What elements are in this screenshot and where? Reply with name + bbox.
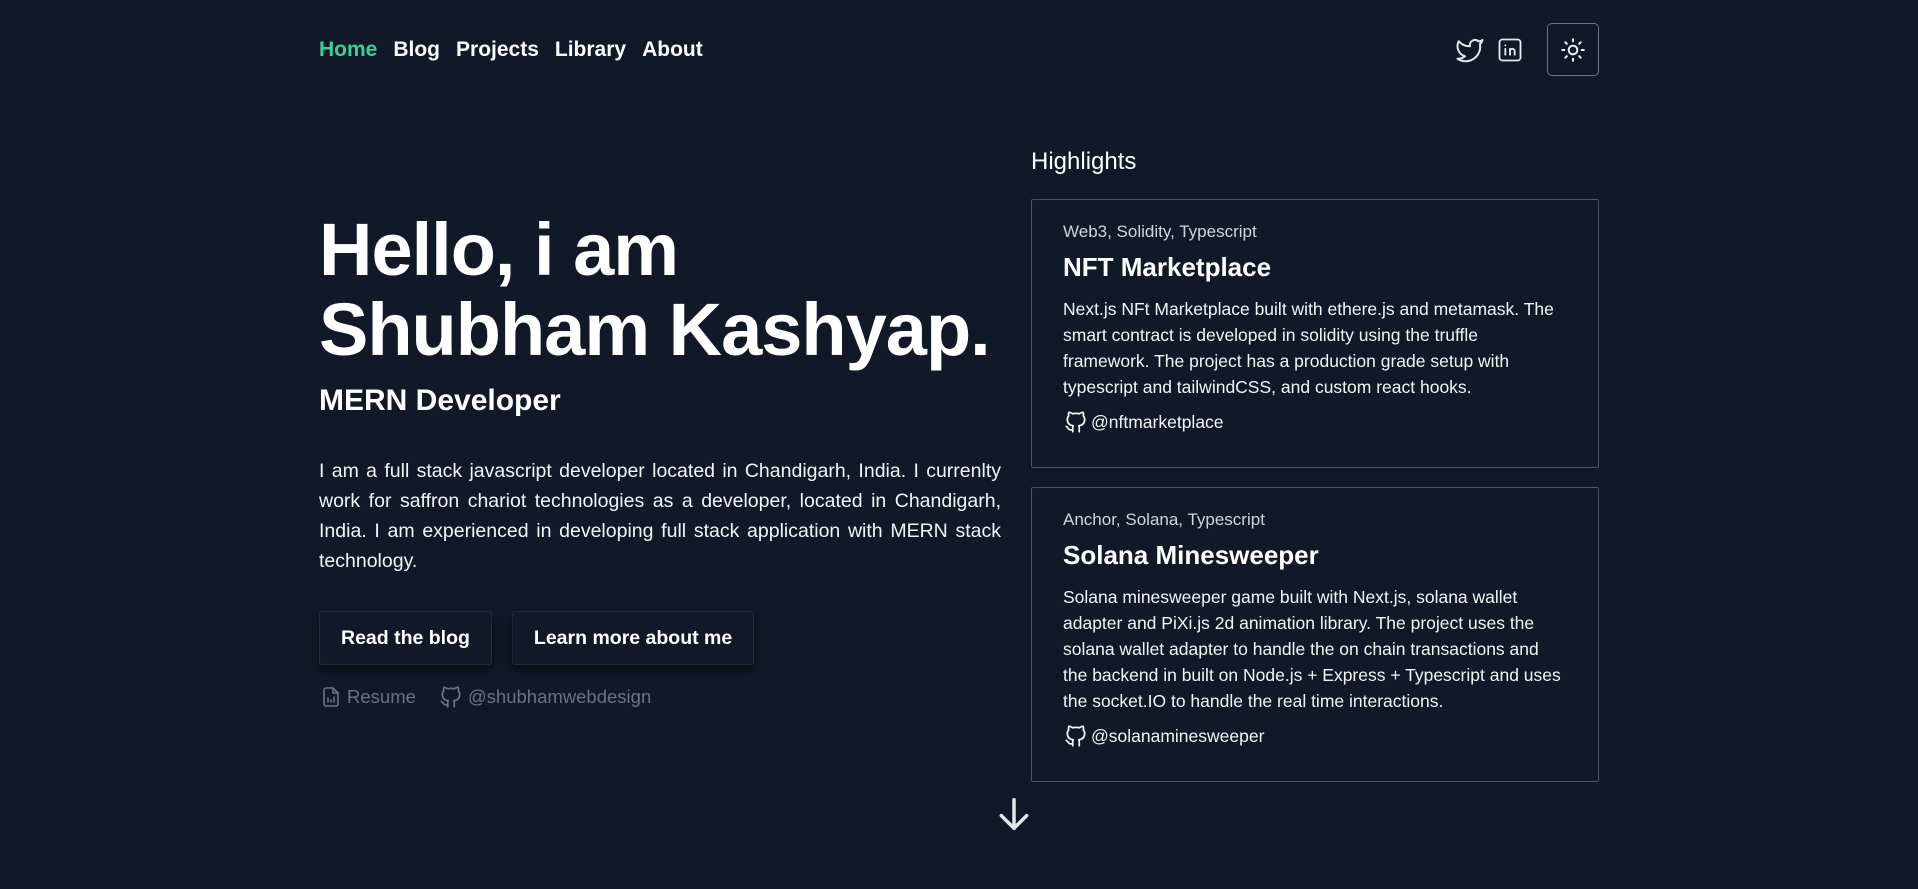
hero-links: Resume @shubhamwebdesign — [319, 684, 651, 710]
hero-buttons: Read the blog Learn more about me — [319, 611, 755, 665]
card-description: Solana minesweeper game built with Next.… — [1063, 587, 1561, 711]
hero-title-line1: Hello, i am — [319, 208, 679, 291]
hero-subtitle: MERN Developer — [319, 384, 561, 417]
sun-icon — [1561, 37, 1585, 62]
nav-library[interactable]: Library — [555, 38, 626, 62]
header-actions — [1455, 23, 1599, 76]
github-icon — [1065, 411, 1086, 433]
theme-toggle-button[interactable] — [1547, 23, 1599, 76]
card-title[interactable]: Solana Minesweeper — [1063, 540, 1567, 571]
github-profile-link[interactable]: @shubhamwebdesign — [438, 684, 651, 710]
card-description: Next.js NFt Marketplace built with ether… — [1063, 299, 1554, 397]
resume-label: Resume — [347, 686, 416, 707]
card-title[interactable]: NFT Marketplace — [1063, 252, 1567, 283]
file-chart-icon — [323, 687, 339, 707]
hero-title-line2: Shubham Kashyap. — [319, 288, 991, 371]
read-blog-button[interactable]: Read the blog — [319, 611, 492, 665]
github-handle: @shubhamwebdesign — [467, 686, 652, 707]
card-repo-label: @nftmarketplace — [1091, 411, 1224, 432]
arrow-down-icon[interactable] — [995, 795, 1033, 833]
learn-more-button[interactable]: Learn more about me — [511, 611, 755, 665]
nav-blog[interactable]: Blog — [393, 38, 440, 62]
hero-title: Hello, i am Shubham Kashyap. — [319, 210, 1001, 370]
nav-projects[interactable]: Projects — [456, 38, 539, 62]
main-nav: Home Blog Projects Library About — [319, 38, 703, 62]
hero-description: I am a full stack javascript developer l… — [319, 460, 1001, 572]
github-icon — [1065, 725, 1086, 747]
card-tags: Anchor, Solana, Typescript — [1063, 510, 1265, 529]
card-repo-link[interactable]: @solanaminesweeper — [1063, 723, 1567, 749]
nav-home[interactable]: Home — [319, 38, 377, 62]
nav-about[interactable]: About — [642, 38, 703, 62]
project-card-nft: Web3, Solidity, Typescript NFT Marketpla… — [1031, 199, 1599, 468]
resume-link[interactable]: Resume — [319, 684, 416, 710]
twitter-icon[interactable] — [1455, 35, 1485, 65]
highlights-title: Highlights — [1031, 148, 1137, 175]
github-icon — [440, 686, 461, 708]
card-repo-label: @solanaminesweeper — [1091, 725, 1265, 746]
linkedin-icon[interactable] — [1495, 35, 1525, 65]
card-tags: Web3, Solidity, Typescript — [1063, 222, 1257, 241]
hero-section: Hello, i am Shubham Kashyap. MERN Develo… — [319, 210, 1001, 576]
card-repo-link[interactable]: @nftmarketplace — [1063, 409, 1567, 435]
project-card-minesweeper: Anchor, Solana, Typescript Solana Minesw… — [1031, 487, 1599, 782]
